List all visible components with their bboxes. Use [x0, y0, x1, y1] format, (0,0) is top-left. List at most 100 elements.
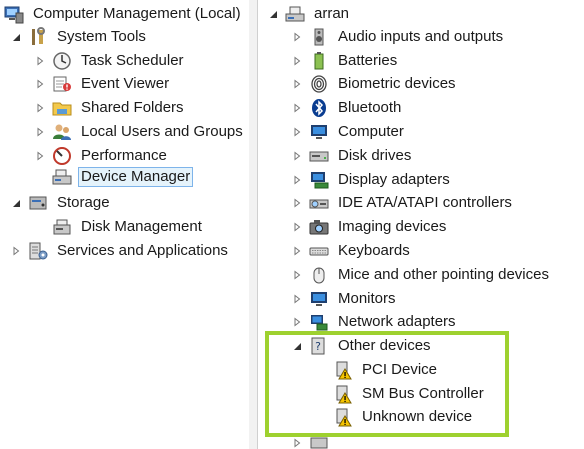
device-manager-icon [52, 167, 72, 187]
shared-folder-icon [52, 98, 72, 118]
device-label: SM Bus Controller [362, 385, 484, 402]
collapsed-arrow-icon[interactable] [291, 197, 303, 209]
console-tree-pane: Computer Management (Local) System Tools… [0, 0, 250, 449]
device-category-bluetooth[interactable]: Bluetooth [291, 97, 404, 119]
clock-icon [52, 51, 72, 71]
collapsed-arrow-icon[interactable] [291, 245, 303, 257]
expanded-arrow-icon[interactable] [10, 197, 22, 209]
fingerprint-icon [309, 74, 329, 94]
device-category-computer[interactable]: Computer [291, 121, 407, 143]
ide-controller-icon [309, 193, 329, 213]
services-icon [28, 241, 48, 261]
tree-item-label: Computer Management (Local) [33, 5, 241, 22]
device-pci-device[interactable]: PCI Device [315, 359, 440, 381]
device-category-label: IDE ATA/ATAPI controllers [338, 194, 512, 211]
expanded-arrow-icon[interactable] [267, 8, 279, 20]
tree-item-label: Device Manager [78, 167, 194, 187]
device-category-label: Imaging devices [338, 218, 447, 235]
collapsed-arrow-icon[interactable] [291, 316, 303, 328]
collapsed-arrow-icon[interactable] [34, 150, 46, 162]
pane-splitter[interactable] [249, 0, 258, 449]
tree-item-computer-management[interactable]: Computer Management (Local) [4, 3, 244, 25]
tree-item-local-users-groups[interactable]: Local Users and Groups [34, 121, 246, 143]
collapsed-arrow-icon[interactable] [291, 78, 303, 90]
device-category-audio[interactable]: Audio inputs and outputs [291, 26, 506, 48]
collapsed-arrow-icon[interactable] [34, 102, 46, 114]
collapsed-arrow-icon[interactable] [291, 174, 303, 186]
device-category-label: Biometric devices [338, 75, 456, 92]
warning-device-icon [333, 360, 353, 380]
battery-icon [309, 51, 329, 71]
warning-device-icon [333, 407, 353, 427]
collapsed-arrow-icon[interactable] [10, 245, 22, 257]
tree-item-services-applications[interactable]: Services and Applications [10, 240, 231, 262]
collapsed-arrow-icon[interactable] [291, 126, 303, 138]
device-tree-pane: arran Audio inputs and outputs Batteries… [258, 0, 584, 449]
tree-item-shared-folders[interactable]: Shared Folders [34, 97, 187, 119]
device-category-other-devices[interactable]: ? Other devices [291, 335, 434, 357]
tree-item-label: Performance [81, 147, 167, 164]
tree-item-system-tools[interactable]: System Tools [10, 26, 149, 48]
collapsed-arrow-icon[interactable] [291, 31, 303, 43]
device-category-label: Monitors [338, 290, 396, 307]
disk-drive-icon [309, 146, 329, 166]
collapsed-arrow-icon[interactable] [34, 55, 46, 67]
mouse-icon [309, 265, 329, 285]
device-category-partial[interactable] [291, 432, 335, 449]
collapsed-arrow-icon[interactable] [34, 78, 46, 90]
tree-item-disk-management[interactable]: Disk Management [46, 216, 205, 238]
camera-icon [309, 217, 329, 237]
device-category-label: Other devices [338, 337, 431, 354]
tree-item-computer-root[interactable]: arran [267, 3, 352, 25]
device-category-batteries[interactable]: Batteries [291, 50, 400, 72]
svg-text:?: ? [315, 340, 321, 353]
tree-item-storage[interactable]: Storage [10, 192, 113, 214]
tree-item-label: System Tools [57, 28, 146, 45]
collapsed-arrow-icon[interactable] [291, 293, 303, 305]
device-category-ide-ata[interactable]: IDE ATA/ATAPI controllers [291, 192, 515, 214]
device-category-biometric[interactable]: Biometric devices [291, 73, 459, 95]
device-category-label: Computer [338, 123, 404, 140]
tree-item-label: Local Users and Groups [81, 123, 243, 140]
device-category-network-adapters[interactable]: Network adapters [291, 311, 459, 333]
device-sm-bus-controller[interactable]: SM Bus Controller [315, 383, 487, 405]
tree-item-performance[interactable]: Performance [34, 145, 170, 167]
device-category-label: Bluetooth [338, 99, 402, 116]
device-category-display-adapters[interactable]: Display adapters [291, 169, 453, 191]
device-category-mice[interactable]: Mice and other pointing devices [291, 264, 552, 286]
tree-item-label: Event Viewer [81, 75, 170, 92]
tree-item-event-viewer[interactable]: Event Viewer [34, 73, 172, 95]
device-category-monitors[interactable]: Monitors [291, 288, 399, 310]
collapsed-arrow-icon[interactable] [34, 126, 46, 138]
device-unknown-device[interactable]: Unknown device [315, 406, 475, 428]
tree-item-label: Shared Folders [81, 99, 184, 116]
bluetooth-icon [309, 98, 329, 118]
computer-management-icon [4, 4, 24, 24]
disk-management-icon [52, 217, 72, 237]
tree-item-label: Storage [57, 194, 110, 211]
expanded-arrow-icon[interactable] [291, 340, 303, 352]
collapsed-arrow-icon[interactable] [291, 221, 303, 233]
collapsed-arrow-icon[interactable] [291, 269, 303, 281]
device-label: PCI Device [362, 361, 438, 378]
expanded-arrow-icon[interactable] [10, 31, 22, 43]
collapsed-arrow-icon[interactable] [291, 437, 303, 449]
tree-item-task-scheduler[interactable]: Task Scheduler [34, 50, 187, 72]
device-category-label: Mice and other pointing devices [338, 266, 549, 283]
collapsed-arrow-icon[interactable] [291, 55, 303, 67]
tree-item-device-manager[interactable]: Device Manager [46, 166, 194, 188]
device-category-keyboards[interactable]: Keyboards [291, 240, 413, 262]
network-adapter-icon [309, 312, 329, 332]
monitor-icon [309, 122, 329, 142]
device-category-label: Keyboards [338, 242, 410, 259]
tree-item-label: Services and Applications [57, 242, 228, 259]
device-category-imaging[interactable]: Imaging devices [291, 216, 449, 238]
device-category-label: Batteries [338, 52, 398, 69]
collapsed-arrow-icon[interactable] [291, 102, 303, 114]
performance-icon [52, 146, 72, 166]
device-category-disk-drives[interactable]: Disk drives [291, 145, 414, 167]
monitor-icon [309, 289, 329, 309]
collapsed-arrow-icon[interactable] [291, 150, 303, 162]
